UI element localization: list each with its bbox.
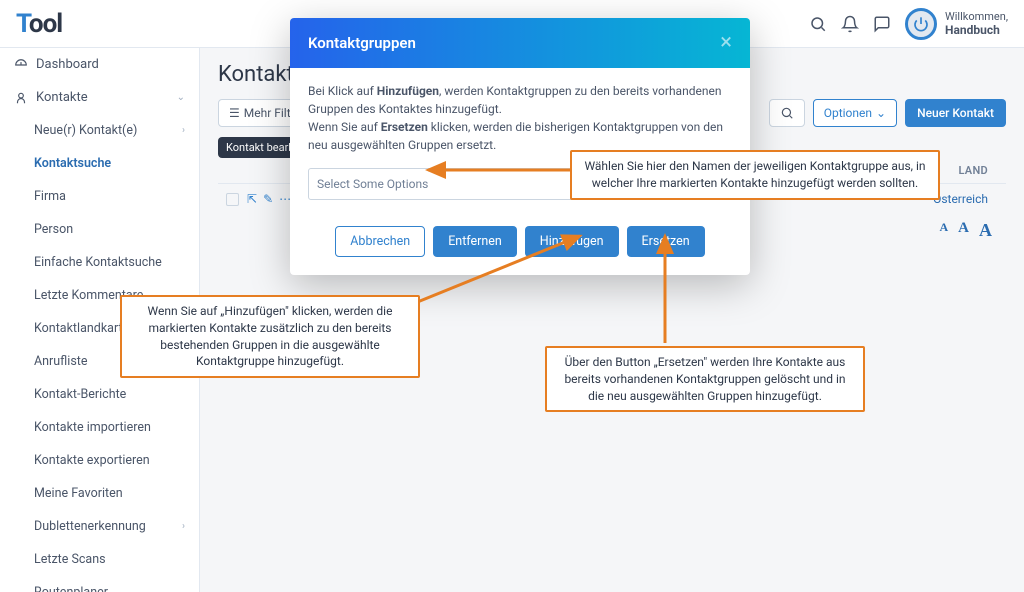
- add-button[interactable]: Hinzufügen: [525, 226, 619, 257]
- remove-button[interactable]: Entfernen: [433, 226, 517, 257]
- sidebar-item-kontakte-exportieren[interactable]: Kontakte exportieren: [0, 444, 199, 477]
- user-welcome[interactable]: Willkommen, Handbuch: [905, 8, 1008, 40]
- external-link-icon[interactable]: ⇱: [247, 192, 257, 206]
- chat-icon[interactable]: [873, 15, 891, 33]
- font-small[interactable]: A: [939, 220, 948, 241]
- close-icon[interactable]: ×: [720, 32, 732, 54]
- options-button[interactable]: Optionen ⌄: [813, 99, 897, 127]
- cancel-button[interactable]: Abbrechen: [335, 226, 425, 257]
- sidebar-item-person[interactable]: Person: [0, 213, 199, 246]
- search-button[interactable]: [769, 99, 805, 127]
- row-checkbox[interactable]: [226, 193, 239, 206]
- sidebar-item-meine-favoriten[interactable]: Meine Favoriten: [0, 477, 199, 510]
- dashboard-icon: [14, 58, 28, 72]
- column-land[interactable]: LAND: [958, 164, 988, 177]
- chevron-right-icon: ›: [182, 125, 185, 136]
- sidebar-item-letzte-scans[interactable]: Letzte Scans: [0, 543, 199, 576]
- power-icon: [905, 8, 937, 40]
- sidebar-item-dashboard[interactable]: Dashboard: [0, 48, 199, 81]
- chevron-down-icon: ⌄: [177, 92, 185, 103]
- edit-icon[interactable]: ✎: [263, 192, 273, 206]
- search-icon[interactable]: [809, 15, 827, 33]
- contact-groups-modal: Kontaktgruppen × Bei Klick auf Hinzufüge…: [290, 18, 750, 275]
- sidebar-item-dublettenerkennung[interactable]: Dublettenerkennung›: [0, 510, 199, 543]
- welcome-username: Handbuch: [945, 23, 1008, 37]
- modal-title: Kontaktgruppen: [308, 34, 416, 52]
- sidebar-item-kontakte[interactable]: Kontakte ⌄: [0, 81, 199, 114]
- callout-add: Wenn Sie auf „Hinzufügen" klicken, werde…: [120, 295, 420, 378]
- sidebar-item-kontakt-berichte[interactable]: Kontakt-Berichte: [0, 378, 199, 411]
- cell-land: Österreich: [933, 192, 988, 206]
- sidebar-item-kontakte-importieren[interactable]: Kontakte importieren: [0, 411, 199, 444]
- sidebar-item-neuer-kontakt[interactable]: Neue(r) Kontakt(e)›: [0, 114, 199, 147]
- sidebar-item-einfache-suche[interactable]: Einfache Kontaktsuche: [0, 246, 199, 279]
- chevron-down-icon: ⌄: [876, 106, 886, 120]
- callout-select: Wählen Sie hier den Namen der jeweiligen…: [570, 150, 940, 200]
- sidebar-item-firma[interactable]: Firma: [0, 180, 199, 213]
- font-large[interactable]: A: [979, 220, 992, 241]
- chevron-right-icon: ›: [182, 521, 185, 532]
- welcome-label: Willkommen,: [945, 10, 1008, 23]
- font-medium[interactable]: A: [958, 220, 969, 241]
- bell-icon[interactable]: [841, 15, 859, 33]
- sidebar-item-kontaktsuche[interactable]: Kontaktsuche: [0, 147, 199, 180]
- new-contact-button[interactable]: Neuer Kontakt: [905, 99, 1006, 127]
- sidebar-item-routenplaner[interactable]: Routenplaner: [0, 576, 199, 592]
- replace-button[interactable]: Ersetzen: [627, 226, 705, 257]
- logo: Tool: [16, 9, 62, 39]
- search-icon: [780, 106, 794, 120]
- user-icon: [14, 91, 28, 105]
- callout-replace: Über den Button „Ersetzen" werden Ihre K…: [545, 346, 865, 412]
